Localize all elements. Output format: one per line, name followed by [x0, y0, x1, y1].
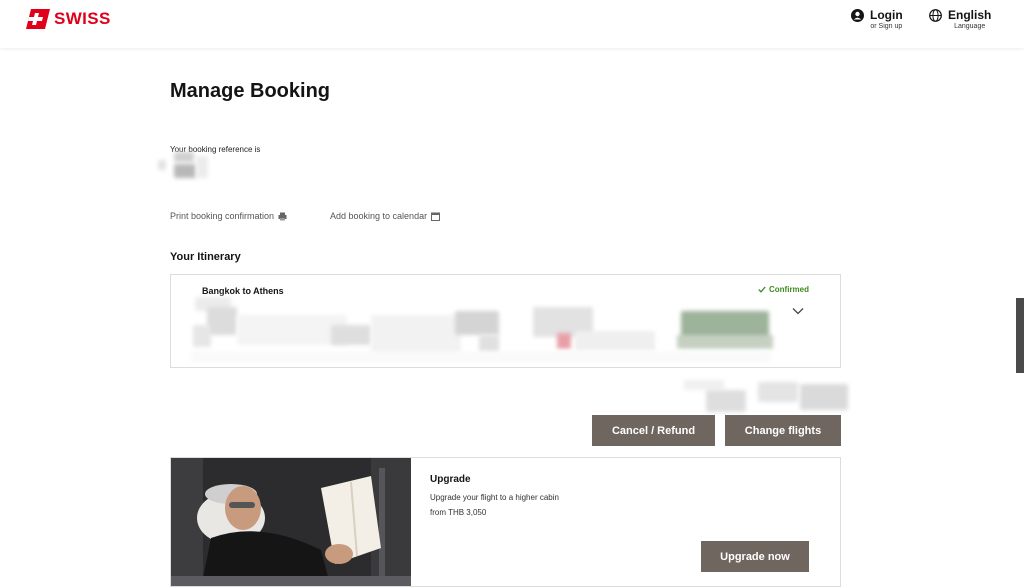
- itinerary-heading: Your Itinerary: [170, 251, 241, 263]
- language-label: English: [948, 8, 992, 22]
- upgrade-description: Upgrade your flight to a higher cabin: [430, 493, 559, 502]
- swiss-logo[interactable]: SWISS: [26, 9, 111, 29]
- upgrade-promo-image: [171, 458, 411, 586]
- language-selector[interactable]: English Language: [929, 8, 991, 32]
- swiss-cross-icon: [26, 9, 50, 29]
- brand-name: SWISS: [54, 9, 111, 28]
- itinerary-card[interactable]: Bangkok to Athens Confirmed: [170, 274, 841, 368]
- user-circle-icon: [851, 9, 864, 22]
- login-label: Login: [870, 8, 903, 22]
- route-title: Bangkok to Athens: [202, 286, 284, 296]
- signup-label: or Sign up: [870, 23, 903, 30]
- add-to-calendar-link[interactable]: Add booking to calendar: [330, 211, 441, 221]
- upgrade-title: Upgrade: [430, 474, 471, 485]
- status-badge: Confirmed: [758, 285, 809, 294]
- change-flights-button[interactable]: Change flights: [725, 415, 841, 446]
- upgrade-price: from THB 3,050: [430, 508, 487, 517]
- cancel-refund-button[interactable]: Cancel / Refund: [592, 415, 715, 446]
- page-title: Manage Booking: [170, 80, 331, 102]
- add-to-calendar-label: Add booking to calendar: [330, 211, 428, 221]
- printer-icon: [278, 212, 287, 220]
- print-booking-link[interactable]: Print booking confirmation: [170, 211, 287, 221]
- check-icon: [758, 286, 766, 293]
- chevron-down-icon[interactable]: [792, 307, 804, 315]
- upgrade-now-button[interactable]: Upgrade now: [701, 541, 809, 572]
- language-sub-label: Language: [954, 23, 986, 30]
- login-button[interactable]: Login or Sign up: [851, 8, 903, 32]
- print-booking-label: Print booking confirmation: [170, 211, 275, 221]
- top-navigation: SWISS Login or Sign up English Language: [0, 0, 1024, 48]
- status-label: Confirmed: [769, 285, 809, 294]
- calendar-icon: [431, 212, 441, 221]
- upgrade-card: Upgrade Upgrade your flight to a higher …: [170, 457, 841, 587]
- feedback-side-tab[interactable]: [1016, 298, 1024, 373]
- globe-icon: [929, 9, 942, 22]
